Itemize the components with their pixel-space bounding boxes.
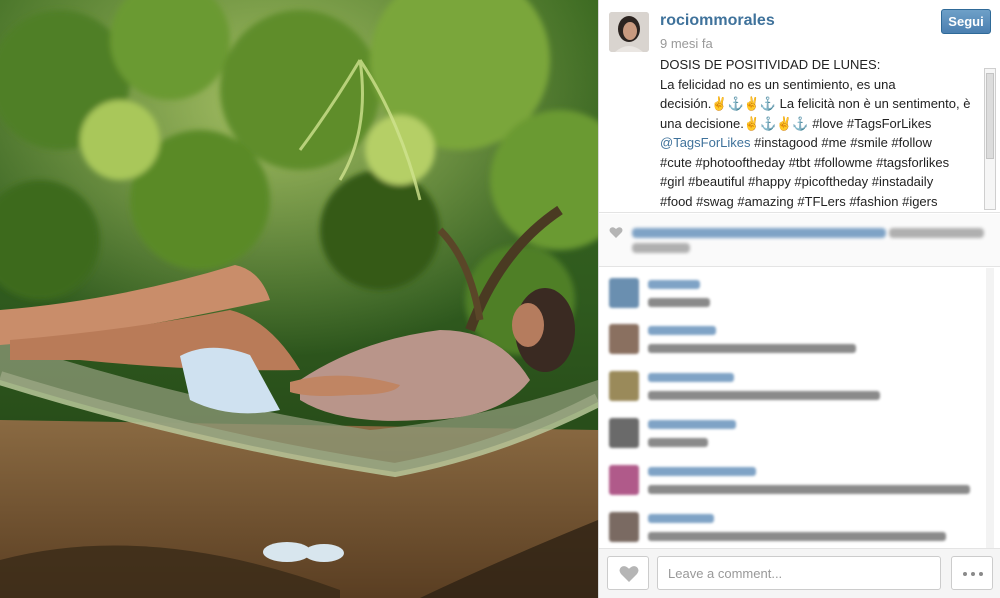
blurred-likes-text — [889, 228, 984, 238]
divider — [599, 212, 1000, 213]
comment-text — [648, 344, 856, 353]
comment-text — [648, 298, 710, 307]
comment-item — [599, 320, 1000, 366]
photo-image — [0, 0, 598, 598]
avatar-image — [609, 12, 649, 52]
comment-item — [599, 367, 1000, 413]
like-button[interactable] — [607, 556, 649, 590]
commenter-avatar[interactable] — [609, 418, 639, 448]
caption-line: una decisione.✌⚓✌⚓ #love #TagsForLikes — [660, 115, 932, 131]
caption-hashtags: #instagood #me #smile #follow — [750, 135, 932, 150]
post-details-panel: rociommorales 9 mesi fa Segui DOSIS DE P… — [598, 0, 1000, 598]
caption-scrollbar-thumb[interactable] — [986, 73, 994, 159]
username-link[interactable]: rociommorales — [660, 12, 775, 30]
ellipsis-icon — [971, 572, 975, 576]
heart-icon — [609, 227, 623, 238]
caption-line: #food #swag #amazing #TFLers #fashion #i… — [660, 193, 938, 209]
caption-line: #girl #beautiful #happy #picoftheday #in… — [660, 174, 934, 189]
blurred-liker-names[interactable] — [632, 228, 886, 238]
commenter-name[interactable] — [648, 514, 714, 523]
caption-line: DOSIS DE POSITIVIDAD DE LUNES: — [660, 57, 881, 72]
post-actions-bar — [599, 548, 1000, 598]
commenter-avatar[interactable] — [609, 512, 639, 542]
blurred-likes-text — [632, 243, 690, 253]
caption-line: #cute #photooftheday #tbt #followme #tag… — [660, 154, 950, 170]
commenter-avatar[interactable] — [609, 278, 639, 308]
comments-list — [599, 268, 1000, 548]
caption-line: La felicidad no es un sentimiento, es un… — [660, 76, 896, 92]
comment-item — [599, 461, 1000, 507]
heart-icon — [619, 566, 639, 582]
commenter-name[interactable] — [648, 420, 736, 429]
caption-line: decisión.✌⚓✌⚓ La felicità non è un senti… — [660, 96, 971, 111]
commenter-name[interactable] — [648, 467, 756, 476]
commenter-name[interactable] — [648, 373, 734, 382]
commenter-avatar[interactable] — [609, 465, 639, 495]
comment-item — [599, 508, 1000, 548]
ellipsis-icon — [979, 572, 983, 576]
ellipsis-icon — [963, 572, 967, 576]
caption-scrollbar[interactable] — [984, 68, 996, 210]
post-timestamp[interactable]: 9 mesi fa — [660, 36, 713, 51]
commenter-name[interactable] — [648, 326, 716, 335]
post-header: rociommorales 9 mesi fa Segui — [599, 0, 1000, 60]
comment-text — [648, 391, 880, 400]
comments-scrollbar[interactable] — [986, 268, 994, 548]
instagram-post-modal: rociommorales 9 mesi fa Segui DOSIS DE P… — [0, 0, 1000, 598]
post-caption: DOSIS DE POSITIVIDAD DE LUNES: La felici… — [660, 55, 978, 209]
divider — [599, 266, 1000, 267]
comment-item — [599, 414, 1000, 460]
commenter-avatar[interactable] — [609, 371, 639, 401]
comment-text — [648, 438, 708, 447]
follow-button[interactable]: Segui — [941, 9, 991, 34]
commenter-name[interactable] — [648, 280, 700, 289]
likes-row — [599, 214, 1000, 266]
mention-link[interactable]: @TagsForLikes — [660, 135, 751, 150]
post-photo[interactable] — [0, 0, 598, 598]
more-options-button[interactable] — [951, 556, 993, 590]
comment-text — [648, 532, 946, 541]
comment-item — [599, 274, 1000, 320]
comment-text — [648, 485, 970, 494]
caption-line: @TagsForLikes #instagood #me #smile #fol… — [660, 133, 978, 153]
commenter-avatar[interactable] — [609, 324, 639, 354]
comment-input[interactable] — [657, 556, 941, 590]
user-avatar[interactable] — [609, 12, 649, 52]
